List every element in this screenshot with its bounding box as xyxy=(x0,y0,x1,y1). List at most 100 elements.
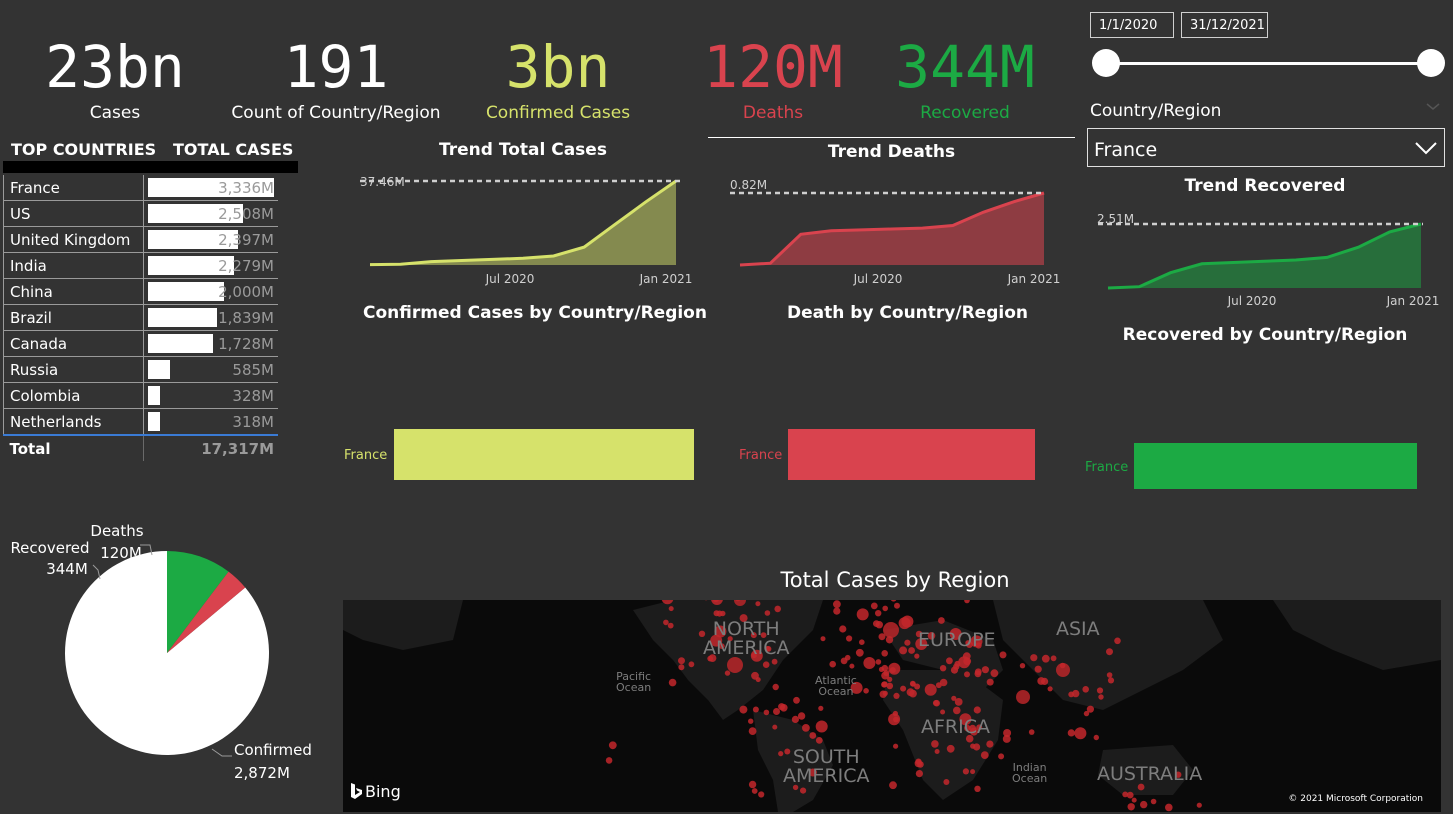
map-bubble[interactable] xyxy=(688,661,695,668)
map-bubble[interactable] xyxy=(829,660,836,668)
map-bubble[interactable] xyxy=(886,682,894,690)
map-bubble[interactable] xyxy=(716,610,723,617)
map-bubble[interactable] xyxy=(678,664,685,671)
map-bubble[interactable] xyxy=(820,636,826,642)
map-canvas[interactable] xyxy=(343,600,1441,812)
map-bubble[interactable] xyxy=(1106,648,1113,656)
map-bubble[interactable] xyxy=(1082,686,1089,693)
map-bubble[interactable] xyxy=(802,724,810,732)
map-bubble[interactable] xyxy=(739,705,748,714)
map-bubble[interactable] xyxy=(833,600,841,609)
map-bubble[interactable] xyxy=(898,617,911,630)
map-bubble[interactable] xyxy=(998,753,1005,760)
map-bubble[interactable] xyxy=(818,705,824,711)
map-bubble[interactable] xyxy=(974,668,982,676)
map-bubble[interactable] xyxy=(815,720,828,733)
map-bubble[interactable] xyxy=(815,737,823,744)
map-bubble[interactable] xyxy=(793,696,800,704)
map-bubble[interactable] xyxy=(800,787,807,794)
map-bubble[interactable] xyxy=(608,741,617,750)
map-bubble[interactable] xyxy=(986,740,994,748)
map-bubble[interactable] xyxy=(764,610,771,616)
map-bubble[interactable] xyxy=(668,606,674,612)
bar-confirmed-france[interactable] xyxy=(394,429,694,480)
map-bubble[interactable] xyxy=(1122,791,1129,798)
map-bubble-large[interactable] xyxy=(1056,663,1070,677)
map-bubble[interactable] xyxy=(888,662,901,675)
map-bubble[interactable] xyxy=(771,658,778,665)
map-bubble[interactable] xyxy=(875,659,882,665)
map-bubble[interactable] xyxy=(762,661,770,668)
map-bubble[interactable] xyxy=(1140,800,1148,809)
map-bubble[interactable] xyxy=(763,709,770,716)
map-bubble[interactable] xyxy=(1030,654,1038,662)
table-row[interactable]: Russia 585M xyxy=(3,356,278,383)
table-row[interactable]: United Kingdom 2,397M xyxy=(3,226,278,253)
map-bubble-large[interactable] xyxy=(883,622,899,638)
map-bubble[interactable] xyxy=(773,708,780,715)
map-bubble[interactable] xyxy=(1050,655,1057,662)
map-bubble[interactable] xyxy=(981,666,990,674)
map-bubble[interactable] xyxy=(839,625,847,633)
map-bubble[interactable] xyxy=(855,648,864,657)
map-bubble[interactable] xyxy=(986,678,994,686)
map-bubble[interactable] xyxy=(1041,654,1050,663)
map-bubble[interactable] xyxy=(755,601,761,607)
map-bubble[interactable] xyxy=(1150,798,1157,805)
map-bubble[interactable] xyxy=(980,751,989,759)
map-bubble[interactable] xyxy=(1096,687,1104,694)
map-bubble[interactable] xyxy=(809,732,817,739)
map-bubble[interactable] xyxy=(1093,734,1099,741)
table-row[interactable]: India 2,279M xyxy=(3,252,278,279)
map-bubble[interactable] xyxy=(914,653,920,659)
map-bubble[interactable] xyxy=(667,622,674,629)
map-bubble[interactable] xyxy=(935,682,942,689)
map-bubble[interactable] xyxy=(833,607,841,615)
map-bubble[interactable] xyxy=(914,759,923,768)
map-bubble[interactable] xyxy=(849,663,855,669)
map-bubble[interactable] xyxy=(778,703,786,711)
map-bubble[interactable] xyxy=(1098,694,1104,700)
map-bubble[interactable] xyxy=(970,743,976,749)
map-bubble[interactable] xyxy=(879,690,887,698)
map-bubble[interactable] xyxy=(663,619,669,626)
map-bubble[interactable] xyxy=(900,685,907,692)
map-bubble[interactable] xyxy=(932,700,939,706)
map-bubble[interactable] xyxy=(881,671,890,680)
map-bubble[interactable] xyxy=(894,602,900,609)
map-bubble-large[interactable] xyxy=(727,657,743,673)
map-bubble-large[interactable] xyxy=(1016,690,1030,704)
filter-collapse-chevron-icon[interactable] xyxy=(1425,98,1441,118)
map-bubble[interactable] xyxy=(962,768,970,775)
map-bubble[interactable] xyxy=(908,647,915,654)
map-bubble[interactable] xyxy=(963,657,972,666)
map-bubble[interactable] xyxy=(863,657,876,669)
map-bubble[interactable] xyxy=(940,709,946,715)
table-row[interactable]: China 2,000M xyxy=(3,278,278,305)
map-bubble[interactable] xyxy=(1106,672,1113,678)
map-bubble[interactable] xyxy=(915,770,924,778)
map-bubble[interactable] xyxy=(1028,729,1035,735)
map-bubble[interactable] xyxy=(882,605,888,612)
map-bubble[interactable] xyxy=(748,727,757,735)
map-bubble[interactable] xyxy=(931,740,939,748)
bar-recovered-france[interactable] xyxy=(1134,443,1417,489)
map-bubble[interactable] xyxy=(938,617,945,624)
map-bubble[interactable] xyxy=(973,706,981,714)
map-bubble[interactable] xyxy=(899,646,908,655)
table-row[interactable]: Canada 1,728M xyxy=(3,330,278,357)
map-bubble[interactable] xyxy=(859,639,865,645)
map-bubble[interactable] xyxy=(772,683,779,691)
map-bubble[interactable] xyxy=(1068,691,1075,698)
map-bubble[interactable] xyxy=(1107,677,1115,684)
table-row[interactable]: Brazil 1,839M xyxy=(3,304,278,331)
map-bubble[interactable] xyxy=(946,744,955,753)
map-bubble[interactable] xyxy=(943,779,950,785)
start-date-input[interactable]: 1/1/2020 xyxy=(1090,12,1174,38)
map-bubble[interactable] xyxy=(909,689,917,698)
map-bubble[interactable] xyxy=(791,715,799,723)
map-bubble[interactable] xyxy=(774,605,781,613)
map-bubble[interactable] xyxy=(881,650,888,657)
map-bubble[interactable] xyxy=(875,610,882,617)
end-date-input[interactable]: 31/12/2021 xyxy=(1181,12,1268,38)
